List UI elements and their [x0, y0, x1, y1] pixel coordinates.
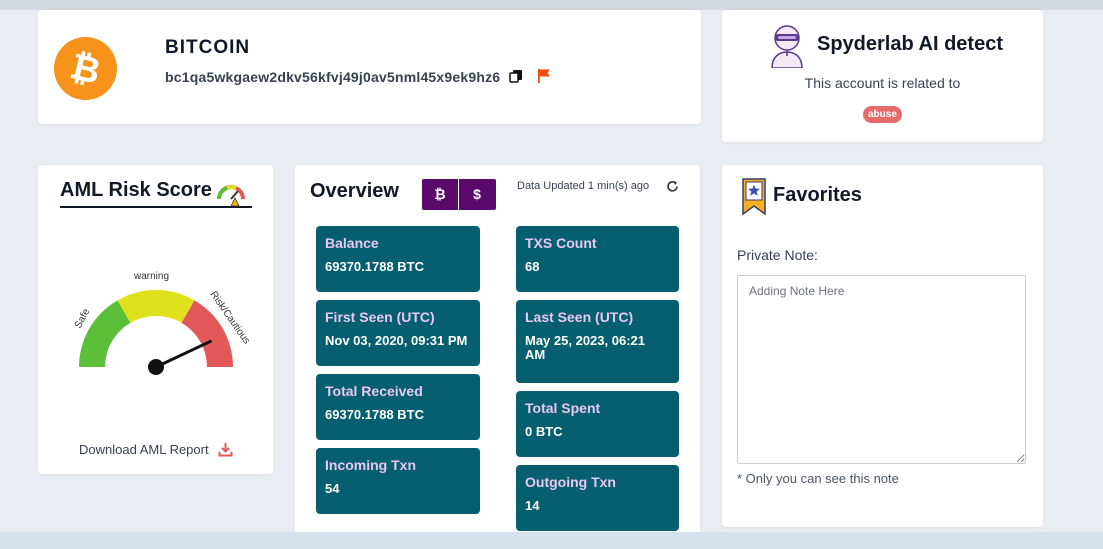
balance-tile: Balance 69370.1788 BTC: [316, 226, 480, 292]
stat-value: 14: [525, 498, 540, 513]
outgoing-txn-tile: Outgoing Txn 14: [516, 465, 679, 531]
favorites-card: Favorites Private Note: * Only you can s…: [722, 165, 1043, 527]
favorites-title: Favorites: [773, 184, 862, 206]
stat-value: May 25, 2023, 06:21 AM: [525, 333, 645, 362]
gauge-label-safe: Safe: [73, 307, 93, 331]
private-note-textarea[interactable]: [737, 275, 1026, 464]
bitcoin-logo-icon: ₿: [54, 37, 117, 100]
stat-value: 54: [325, 481, 340, 496]
speedometer-icon: [217, 185, 245, 207]
stat-label: Incoming Txn: [325, 457, 416, 473]
stat-value: 68: [525, 259, 540, 274]
txs-count-tile: TXS Count 68: [516, 226, 679, 292]
refresh-icon[interactable]: [666, 180, 679, 193]
data-updated-text: Data Updated 1 min(s) ago: [517, 180, 650, 192]
aml-risk-score-card: AML Risk Score Safe warning Risk/Cautiou…: [38, 165, 273, 474]
coin-name: BITCOIN: [165, 37, 251, 58]
stat-label: Outgoing Txn: [525, 474, 616, 490]
stat-label: TXS Count: [525, 235, 597, 251]
total-received-tile: Total Received 69370.1788 BTC: [316, 374, 480, 440]
coin-summary-card: ₿ BITCOIN bc1qa5wkgaew2dkv56kfvj49j0av5n…: [38, 10, 701, 124]
download-aml-report-link[interactable]: Download AML Report: [79, 442, 209, 457]
currency-toggle: ₿ $: [422, 179, 496, 210]
stat-value: 69370.1788 BTC: [325, 259, 425, 274]
usd-currency-button[interactable]: $: [459, 179, 495, 210]
ai-detect-title: Spyderlab AI detect: [817, 33, 1003, 55]
private-note-label: Private Note:: [737, 247, 818, 263]
risk-tag-badge: abuse: [863, 106, 902, 123]
gauge-pivot: [148, 359, 164, 375]
bottom-scroll-edge: [0, 532, 1103, 549]
stat-label: First Seen (UTC): [325, 309, 435, 325]
gauge-label-warning: warning: [133, 271, 169, 282]
ai-detect-card: Spyderlab AI detect This account is rela…: [722, 10, 1043, 142]
last-seen-tile: Last Seen (UTC) May 25, 2023, 06:21 AM: [516, 300, 679, 383]
stat-label: Total Received: [325, 383, 423, 399]
gauge-needle: [154, 339, 212, 369]
first-seen-tile: First Seen (UTC) Nov 03, 2020, 09:31 PM: [316, 300, 480, 366]
ai-robot-avatar-icon: [771, 25, 803, 68]
incoming-txn-tile: Incoming Txn 54: [316, 448, 480, 514]
flag-icon[interactable]: [537, 68, 551, 84]
gauge-zone-warning: [117, 290, 195, 323]
private-note-footnote: * Only you can see this note: [737, 471, 899, 486]
download-icon[interactable]: [218, 442, 233, 457]
ai-detect-subtitle: This account is related to: [804, 75, 961, 91]
stat-label: Last Seen (UTC): [525, 309, 634, 325]
top-scroll-edge: [0, 0, 1103, 10]
stat-value: Nov 03, 2020, 09:31 PM: [325, 333, 468, 348]
total-spent-tile: Total Spent 0 BTC: [516, 391, 679, 457]
stat-value: 69370.1788 BTC: [325, 407, 425, 422]
aml-risk-score-title: AML Risk Score: [60, 179, 212, 201]
wallet-address: bc1qa5wkgaew2dkv56kfvj49j0av5nml45x9ek9h…: [165, 69, 501, 85]
overview-title: Overview: [310, 180, 399, 202]
star-bookmark-icon: [742, 178, 766, 216]
btc-currency-button[interactable]: ₿: [422, 179, 459, 210]
risk-gauge: Safe warning Risk/Cautious: [73, 271, 252, 375]
stat-value: 0 BTC: [525, 424, 563, 439]
copy-icon[interactable]: [509, 69, 523, 83]
stat-label: Balance: [325, 235, 379, 251]
stat-label: Total Spent: [525, 400, 601, 416]
overview-card: Overview ₿ $ Data Updated 1 min(s) ago B…: [295, 165, 700, 535]
